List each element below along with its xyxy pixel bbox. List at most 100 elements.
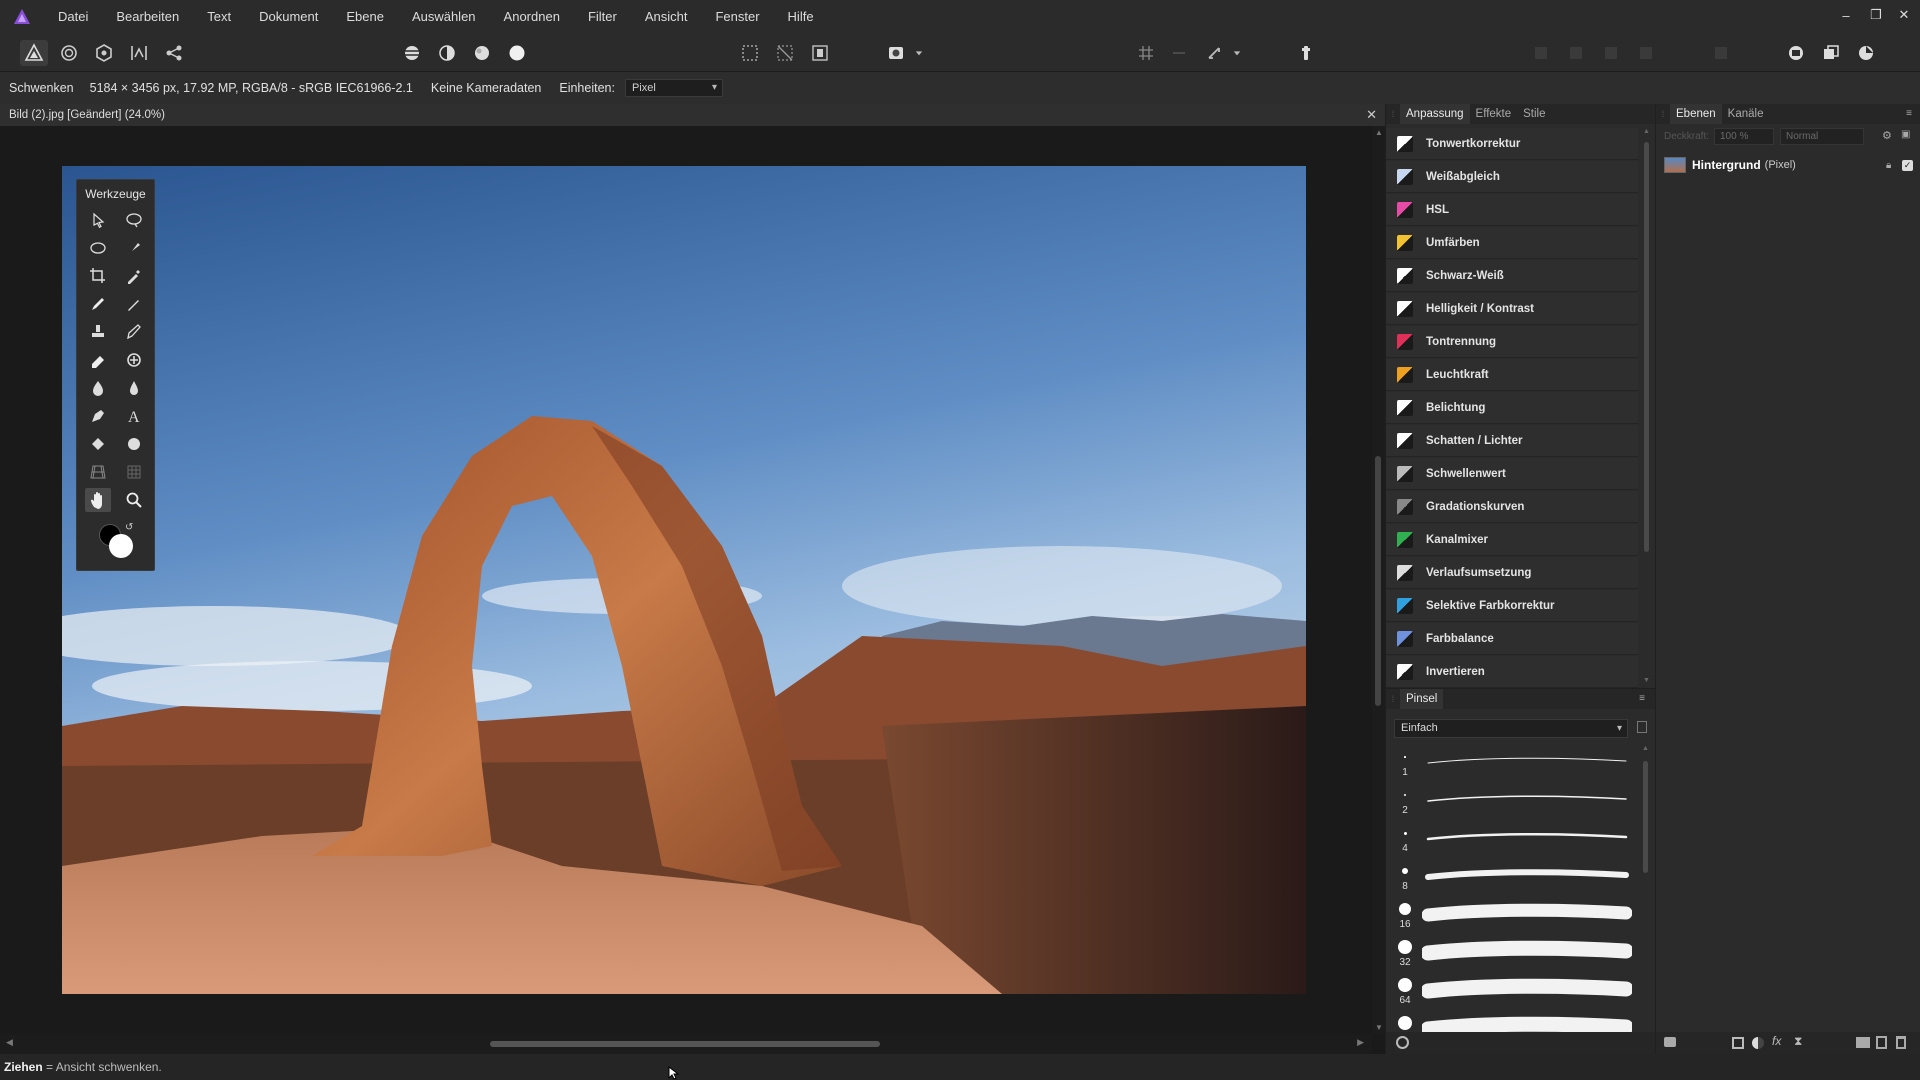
lock-icon[interactable]: ▣ — [1901, 129, 1910, 140]
view-hand-tool-icon[interactable] — [85, 488, 111, 512]
assistant-icon[interactable] — [1292, 40, 1320, 66]
shape-tool-icon[interactable] — [121, 432, 147, 456]
tab-adjustments[interactable]: Anpassung — [1400, 104, 1470, 124]
scroll-right-icon[interactable]: ▶ — [1357, 1037, 1364, 1048]
adjustment-item-5[interactable]: Helligkeit / Kontrast — [1386, 293, 1638, 325]
panel-menu-icon[interactable]: ≡ — [1639, 689, 1645, 709]
adjustment-item-10[interactable]: Schwellenwert — [1386, 458, 1638, 490]
menu-item-bearbeiten[interactable]: Bearbeiten — [102, 0, 193, 34]
liquify-persona-icon[interactable] — [55, 40, 83, 66]
adjustment-item-13[interactable]: Verlaufsumsetzung — [1386, 557, 1638, 589]
swap-colors-icon[interactable]: ↺ — [125, 522, 133, 533]
brush-preset[interactable]: 1 — [1386, 745, 1636, 783]
color-panel-icon[interactable] — [1852, 40, 1880, 66]
scroll-down-icon[interactable]: ▼ — [1375, 1023, 1383, 1032]
menu-item-fenster[interactable]: Fenster — [701, 0, 773, 34]
invert-selection-icon[interactable] — [806, 40, 834, 66]
export-persona-icon[interactable] — [160, 40, 188, 66]
menu-item-text[interactable]: Text — [193, 0, 245, 34]
horizontal-scroll-thumb[interactable] — [490, 1041, 880, 1047]
erase-brush-tool-icon[interactable] — [85, 348, 111, 372]
tone-mapping-persona-icon[interactable] — [125, 40, 153, 66]
mixer-brush-tool-icon[interactable] — [121, 320, 147, 344]
marquee-selection-icon[interactable] — [736, 40, 764, 66]
snapping-options-icon[interactable] — [1165, 40, 1193, 66]
flood-fill-tool-icon[interactable] — [85, 432, 111, 456]
document-tab[interactable]: Bild (2).jpg [Geändert] (24.0%) ✕ — [0, 104, 1385, 126]
camera-info[interactable]: Keine Kameradaten — [431, 81, 542, 95]
adjustment-item-12[interactable]: Kanalmixer — [1386, 524, 1638, 556]
tab-channels[interactable]: Kanäle — [1722, 104, 1770, 124]
adjustment-item-8[interactable]: Belichtung — [1386, 392, 1638, 424]
auto-white-balance-icon[interactable] — [503, 40, 531, 66]
menu-item-auswählen[interactable]: Auswählen — [398, 0, 490, 34]
layer-row-background[interactable]: Hintergrund (Pixel) 🔒︎ ✓ — [1664, 154, 1914, 176]
clone-stamp-tool-icon[interactable] — [85, 320, 111, 344]
elliptical-marquee-tool-icon[interactable] — [85, 236, 111, 260]
arrange-back-icon[interactable] — [1527, 40, 1555, 66]
freehand-selection-tool-icon[interactable] — [121, 208, 147, 232]
brushes-scrollbar[interactable]: ▲ ▼ — [1641, 745, 1651, 1051]
adjustment-item-9[interactable]: Schatten / Lichter — [1386, 425, 1638, 457]
studio-panels-icon[interactable] — [1782, 40, 1810, 66]
align-icon[interactable] — [1707, 40, 1735, 66]
text-tool-icon[interactable]: A — [121, 404, 147, 428]
color-swatches[interactable]: ↺ — [95, 522, 139, 562]
arrange-front-icon[interactable] — [1632, 40, 1660, 66]
brush-preset[interactable]: 64 — [1386, 973, 1636, 1011]
brush-preset[interactable]: 2 — [1386, 783, 1636, 821]
new-group-icon[interactable] — [1856, 1037, 1870, 1048]
vertical-scroll-thumb[interactable] — [1375, 456, 1381, 706]
mask-layer-icon[interactable] — [1732, 1037, 1744, 1049]
dodge-brush-tool-icon[interactable] — [85, 376, 111, 400]
tab-brushes[interactable]: Pinsel — [1400, 689, 1444, 709]
close-document-icon[interactable]: ✕ — [1366, 104, 1377, 126]
blend-mode-select[interactable]: Normal — [1780, 128, 1864, 145]
layer-visibility-checkbox[interactable]: ✓ — [1902, 159, 1913, 171]
scroll-up-icon[interactable]: ▲ — [1375, 128, 1383, 137]
fx-icon[interactable]: fx — [1772, 1034, 1781, 1048]
healing-brush-tool-icon[interactable] — [121, 348, 147, 372]
close-window-button[interactable]: ✕ — [1888, 0, 1920, 30]
deselect-icon[interactable] — [771, 40, 799, 66]
document-photo[interactable] — [62, 166, 1306, 994]
adjustment-item-15[interactable]: Farbbalance — [1386, 623, 1638, 655]
develop-persona-icon[interactable] — [90, 40, 118, 66]
brush-options-icon[interactable] — [1396, 1036, 1409, 1049]
tab-layers[interactable]: Ebenen — [1670, 104, 1722, 124]
brush-preset[interactable]: 8 — [1386, 859, 1636, 897]
snapping-dropdown-icon[interactable] — [1230, 40, 1244, 66]
auto-levels-icon[interactable] — [398, 40, 426, 66]
adjustment-item-2[interactable]: HSL — [1386, 194, 1638, 226]
adjustment-item-11[interactable]: Gradationskurven — [1386, 491, 1638, 523]
adjustment-item-4[interactable]: Schwarz-Weiß — [1386, 260, 1638, 292]
brush-preset[interactable]: 16 — [1386, 897, 1636, 935]
brush-preset[interactable]: 4 — [1386, 821, 1636, 859]
pixel-tool-icon[interactable] — [121, 292, 147, 316]
brush-category-select[interactable]: Einfach — [1394, 719, 1628, 738]
color-picker-tool-icon[interactable] — [121, 264, 147, 288]
layer-lock-icon[interactable]: 🔒︎ — [1886, 160, 1891, 171]
snapping-magnet-icon[interactable] — [1200, 40, 1228, 66]
menu-item-anordnen[interactable]: Anordnen — [490, 0, 574, 34]
selection-brush-tool-icon[interactable] — [121, 236, 147, 260]
units-select[interactable]: Pixel — [624, 79, 723, 97]
layer-settings-gear-icon[interactable]: ⚙ — [1882, 129, 1892, 142]
brush-category-menu-icon[interactable] — [1637, 721, 1647, 733]
minimize-button[interactable]: – — [1830, 0, 1862, 30]
blur-brush-tool-icon[interactable] — [121, 376, 147, 400]
panel-grip-icon[interactable]: ⁞ — [1386, 109, 1400, 119]
snapping-grid-icon[interactable] — [1132, 40, 1160, 66]
layer-studio-icon[interactable] — [1664, 1037, 1676, 1047]
scroll-left-icon[interactable]: ◀ — [6, 1037, 13, 1048]
zoom-tool-icon[interactable] — [121, 488, 147, 512]
secondary-color-swatch[interactable] — [109, 534, 133, 558]
layers-stack-icon[interactable] — [1817, 40, 1845, 66]
pen-tool-icon[interactable] — [85, 404, 111, 428]
menu-item-hilfe[interactable]: Hilfe — [774, 0, 828, 34]
menu-item-filter[interactable]: Filter — [574, 0, 631, 34]
horizontal-scrollbar[interactable]: ◀ ▶ — [0, 1034, 1372, 1054]
live-filter-icon[interactable]: ⧗ — [1794, 1034, 1802, 1049]
panel-grip-icon[interactable]: ⁞ — [1386, 694, 1400, 704]
adjustment-item-6[interactable]: Tontrennung — [1386, 326, 1638, 358]
